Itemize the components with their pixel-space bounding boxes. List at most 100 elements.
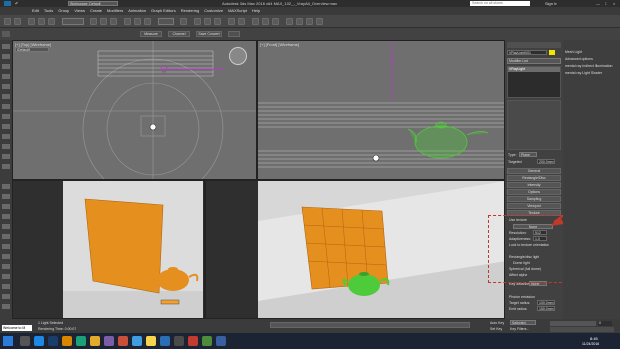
playback-controls[interactable] <box>550 321 596 326</box>
tool-icon[interactable] <box>2 64 10 69</box>
render-production-button[interactable] <box>316 18 323 25</box>
snaps-toggle-button[interactable] <box>194 18 201 25</box>
app-icon[interactable] <box>104 336 114 346</box>
app-icon[interactable] <box>188 336 198 346</box>
current-frame-field[interactable]: 0 <box>598 321 612 326</box>
type-dropdown[interactable]: Plane <box>519 152 537 157</box>
target-radius-field[interactable]: 100.0mm <box>537 300 555 305</box>
scale-button[interactable] <box>144 18 151 25</box>
menu-item[interactable]: Create <box>90 7 102 15</box>
reference-coordinate-dropdown[interactable] <box>158 18 174 25</box>
undo-icon[interactable]: ↶ <box>15 1 18 6</box>
menu-item[interactable]: Customize <box>204 7 223 15</box>
key-selection-dropdown[interactable]: Selected <box>510 320 536 325</box>
app-icon[interactable] <box>160 336 170 346</box>
undo-button[interactable] <box>4 18 11 25</box>
curve-editor-button[interactable] <box>262 18 269 25</box>
clock-time[interactable]: 8:45 <box>590 336 598 341</box>
viewport-top[interactable]: [+] [Top] [Wireframe] [Default] <box>12 40 257 180</box>
schematic-view-button[interactable] <box>272 18 279 25</box>
viewcube-icon[interactable] <box>229 47 247 65</box>
modifier-stack[interactable]: VRayLight <box>507 66 561 98</box>
tool-icon[interactable] <box>2 294 10 299</box>
align-button[interactable] <box>238 18 245 25</box>
app-icon[interactable] <box>216 336 226 346</box>
tool-icon[interactable] <box>2 74 10 79</box>
menu-item[interactable]: MAXScript <box>228 7 247 15</box>
rotate-button[interactable] <box>134 18 141 25</box>
material-editor-button[interactable] <box>286 18 293 25</box>
navigation-controls[interactable] <box>550 327 614 332</box>
right-panel-item[interactable]: Mesh Light <box>565 50 618 55</box>
menu-item[interactable]: Edit <box>32 7 39 15</box>
tool-icon[interactable] <box>2 94 10 99</box>
app-icon[interactable] <box>118 336 128 346</box>
photoshop-icon[interactable] <box>48 336 58 346</box>
tool-icon[interactable] <box>2 44 10 49</box>
targeted-checkbox[interactable]: Targeted <box>508 160 522 165</box>
bind-space-warp-button[interactable] <box>48 18 55 25</box>
menu-item[interactable]: Animation <box>128 7 146 15</box>
move-button[interactable] <box>124 18 131 25</box>
link-button[interactable] <box>28 18 35 25</box>
tool-icon[interactable] <box>2 54 10 59</box>
viewport-perspective[interactable]: [+] [Perspective] [Realistic] <box>205 180 505 319</box>
tool-icon[interactable] <box>2 274 10 279</box>
viewport-front[interactable]: [+] [Front] [Wireframe] <box>257 40 505 180</box>
clock-date[interactable]: 11/24/2016 <box>582 342 599 347</box>
save-convert-button[interactable]: Save Convert <box>196 31 222 37</box>
rollout-general[interactable]: General <box>507 168 561 174</box>
angle-snap-button[interactable] <box>204 18 211 25</box>
app-icon[interactable] <box>132 336 142 346</box>
tool-icon[interactable] <box>2 134 10 139</box>
set-key-button[interactable]: Set Key <box>490 327 502 332</box>
tool-icon[interactable] <box>2 284 10 289</box>
toolbar-toggle-icon[interactable] <box>2 31 10 37</box>
maximize-icon[interactable]: □ <box>605 1 607 6</box>
tool-icon[interactable] <box>2 244 10 249</box>
pivot-button[interactable] <box>180 18 187 25</box>
key-filters-button[interactable]: Key Filters... <box>510 327 529 332</box>
unlink-button[interactable] <box>38 18 45 25</box>
mirror-button[interactable] <box>228 18 235 25</box>
right-panel-item[interactable]: mental ray Light Shader <box>565 71 618 76</box>
viewport-camera[interactable]: [+] [Camera01] [Shaded] <box>12 180 205 319</box>
channel-button[interactable]: Channel <box>168 31 190 37</box>
coordinate-fields[interactable] <box>270 322 470 328</box>
search-input[interactable]: Search on all stores <box>470 1 530 6</box>
close-icon[interactable]: × <box>613 1 615 6</box>
tool-icon[interactable] <box>2 144 10 149</box>
stack-item[interactable]: VRayLight <box>508 67 560 72</box>
illustrator-icon[interactable] <box>62 336 72 346</box>
rollout-intensity[interactable]: Intensity <box>507 182 561 188</box>
tool-icon[interactable] <box>2 224 10 229</box>
tool-icon[interactable] <box>2 164 10 169</box>
menu-item[interactable]: Group <box>58 7 69 15</box>
task-view-icon[interactable] <box>20 336 30 346</box>
max-app-icon[interactable] <box>76 336 86 346</box>
rollout-rectangle-disc[interactable]: Rectangle/Disc <box>507 175 561 181</box>
rectangular-selection-button[interactable] <box>110 18 117 25</box>
emit-radius-field[interactable]: 150.0mm <box>537 306 555 311</box>
maxscript-listener[interactable]: Welcome to M <box>2 325 32 331</box>
select-object-button[interactable] <box>90 18 97 25</box>
target-distance-field[interactable]: 200.0mm <box>537 159 555 164</box>
menu-item[interactable]: Views <box>74 7 85 15</box>
object-name-field[interactable]: VRayLight001 <box>507 50 547 55</box>
measure-button[interactable]: Measure <box>140 31 162 37</box>
menu-item[interactable]: Graph Editors <box>151 7 176 15</box>
max-logo-icon[interactable] <box>4 1 11 6</box>
tool-icon[interactable] <box>2 194 10 199</box>
render-setup-button[interactable] <box>296 18 303 25</box>
app-icon[interactable] <box>174 336 184 346</box>
tool-icon[interactable] <box>2 254 10 259</box>
menu-item[interactable]: Help <box>252 7 260 15</box>
tool-icon[interactable] <box>2 124 10 129</box>
signin-link[interactable]: Sign In <box>545 1 557 6</box>
tool-icon[interactable] <box>2 114 10 119</box>
app-icon[interactable] <box>202 336 212 346</box>
menu-item[interactable]: Modifiers <box>107 7 123 15</box>
tool-icon[interactable] <box>2 84 10 89</box>
windows-start-icon[interactable] <box>3 336 13 346</box>
tool-icon[interactable] <box>2 214 10 219</box>
